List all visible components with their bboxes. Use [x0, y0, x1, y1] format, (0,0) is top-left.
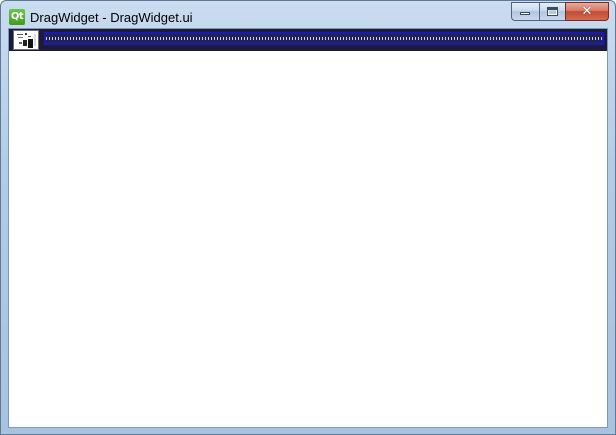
minimize-icon [520, 12, 530, 15]
close-icon: ✕ [581, 4, 593, 19]
close-button[interactable]: ✕ [565, 2, 609, 21]
dock-area-bar[interactable] [44, 32, 604, 45]
client-area [8, 28, 608, 428]
caption-buttons: ✕ [511, 2, 609, 22]
minimize-button[interactable] [511, 2, 539, 21]
drag-canvas[interactable] [9, 51, 607, 427]
drag-widget-icon[interactable] [13, 30, 39, 50]
title-bar[interactable]: Qt DragWidget - DragWidget.ui ✕ [1, 1, 615, 28]
maximize-icon [547, 7, 558, 16]
qt-app-icon[interactable]: Qt [9, 9, 25, 25]
main-window: Qt DragWidget - DragWidget.ui ✕ [0, 0, 616, 435]
window-title: DragWidget - DragWidget.ui [30, 10, 193, 25]
drag-widget-icon-graphic [14, 31, 38, 49]
maximize-button[interactable] [539, 2, 565, 21]
toolbar [9, 29, 607, 52]
